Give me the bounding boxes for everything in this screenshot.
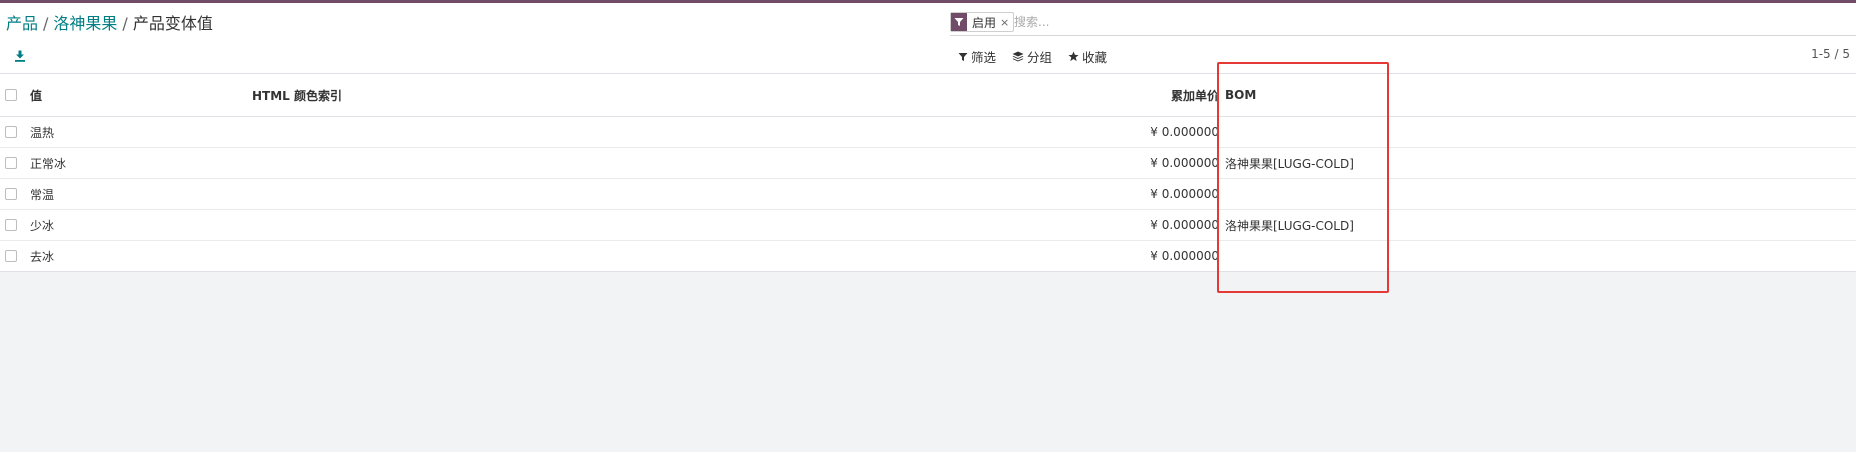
breadcrumb: 产品 / 洛神果果 / 产品变体值 bbox=[6, 13, 213, 35]
favorites-label: 收藏 bbox=[1082, 50, 1108, 65]
list-view: 值 HTML 颜色索引 累加单价 BOM 温热 ¥ 0.000000 正常冰 ¥… bbox=[0, 73, 1856, 272]
breadcrumb-separator: / bbox=[43, 14, 49, 33]
filter-icon bbox=[951, 13, 967, 31]
row-checkbox[interactable] bbox=[5, 210, 19, 240]
favorites-button[interactable]: 收藏 bbox=[1068, 47, 1107, 66]
cell-value: 常温 bbox=[30, 187, 55, 202]
control-panel: 产品/洛神果果/产品变体值 启用 × 筛选 分组 收藏 1-5 / 5 bbox=[0, 3, 1856, 73]
cell-extra-price: ¥ 0.000000 bbox=[1150, 218, 1219, 232]
filter-button[interactable]: 筛选 bbox=[958, 47, 996, 66]
download-button[interactable] bbox=[14, 47, 26, 66]
cell-value: 少冰 bbox=[30, 218, 55, 233]
column-header-value[interactable]: 值 bbox=[30, 74, 42, 116]
breadcrumb-item-products[interactable]: 产品 bbox=[6, 14, 38, 33]
column-header-extra-price[interactable]: 累加单价 bbox=[1060, 74, 1219, 116]
cell-extra-price: ¥ 0.000000 bbox=[1150, 187, 1219, 201]
table-row[interactable]: 少冰 ¥ 0.000000 洛神果果[LUGG-COLD] bbox=[0, 210, 1856, 241]
page-title: 产品变体值 bbox=[132, 14, 213, 33]
download-icon bbox=[15, 50, 25, 62]
cell-extra-price: ¥ 0.000000 bbox=[1150, 125, 1219, 139]
group-by-label: 分组 bbox=[1027, 50, 1053, 65]
search-input[interactable] bbox=[1014, 12, 1814, 32]
row-checkbox[interactable] bbox=[5, 179, 19, 209]
cell-extra-price: ¥ 0.000000 bbox=[1150, 249, 1219, 263]
cell-value: 正常冰 bbox=[30, 156, 67, 171]
cell-extra-price: ¥ 0.000000 bbox=[1150, 156, 1219, 170]
group-by-button[interactable]: 分组 bbox=[1012, 47, 1052, 66]
cell-bom: 洛神果果[LUGG-COLD] bbox=[1225, 156, 1354, 171]
breadcrumb-separator: / bbox=[122, 14, 128, 33]
breadcrumb-item-product[interactable]: 洛神果果 bbox=[53, 14, 117, 33]
table-header: 值 HTML 颜色索引 累加单价 BOM bbox=[0, 74, 1856, 117]
cell-value: 温热 bbox=[30, 125, 55, 140]
filter-label: 筛选 bbox=[971, 50, 997, 65]
search-facet: 启用 × bbox=[950, 12, 1015, 32]
table-row[interactable]: 温热 ¥ 0.000000 bbox=[0, 117, 1856, 148]
row-checkbox[interactable] bbox=[5, 117, 19, 147]
layers-icon bbox=[1012, 51, 1024, 62]
pager-value[interactable]: 1-5 / 5 bbox=[1811, 47, 1850, 61]
star-icon bbox=[1068, 51, 1079, 62]
table-row[interactable]: 常温 ¥ 0.000000 bbox=[0, 179, 1856, 210]
table-row[interactable]: 去冰 ¥ 0.000000 bbox=[0, 241, 1856, 271]
filter-icon bbox=[958, 52, 968, 61]
row-checkbox[interactable] bbox=[5, 241, 19, 271]
facet-remove-button[interactable]: × bbox=[1000, 16, 1013, 29]
search-panel-toolbar: 筛选 分组 收藏 bbox=[958, 47, 1107, 66]
table-row[interactable]: 正常冰 ¥ 0.000000 洛神果果[LUGG-COLD] bbox=[0, 148, 1856, 179]
column-header-html-color[interactable]: HTML 颜色索引 bbox=[252, 74, 342, 116]
cell-value: 去冰 bbox=[30, 249, 55, 264]
column-header-bom[interactable]: BOM bbox=[1225, 74, 1256, 116]
search-bar: 启用 × bbox=[950, 11, 1856, 36]
cell-bom: 洛神果果[LUGG-COLD] bbox=[1225, 218, 1354, 233]
row-checkbox[interactable] bbox=[5, 148, 19, 178]
facet-label: 启用 bbox=[972, 15, 997, 30]
select-all-checkbox[interactable] bbox=[5, 74, 19, 116]
